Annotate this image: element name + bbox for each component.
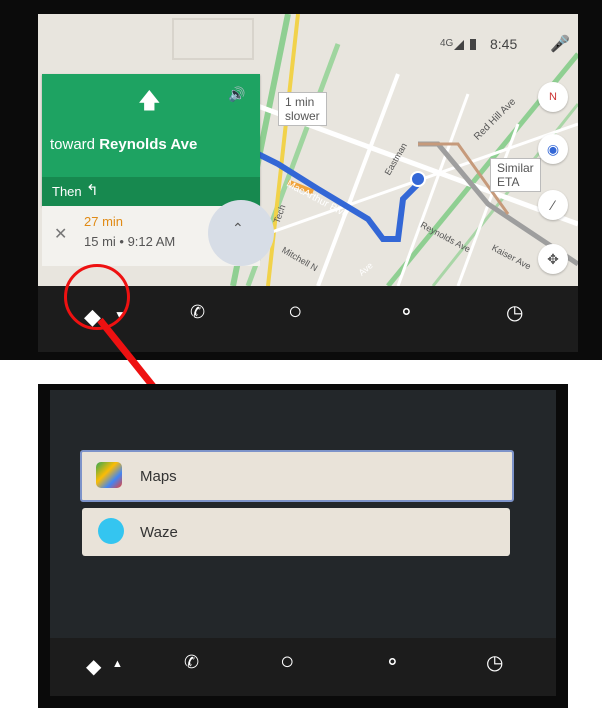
eta-card[interactable]: ✕ 27 min 15 mi • 9:12 AM ⌃ [42, 200, 274, 266]
chevron-up-icon: ⌃ [232, 220, 244, 236]
compass-icon[interactable]: N [538, 82, 568, 112]
headphones-icon[interactable]: ⚬ [384, 650, 401, 675]
up-arrow-icon: 🡅 [138, 88, 161, 113]
turn-instruction: toward Reynolds Ave [50, 136, 197, 153]
expand-button[interactable]: ⌃ [208, 200, 274, 266]
home-icon[interactable]: ○ [288, 298, 303, 326]
battery-icon [470, 39, 476, 50]
turn-card[interactable]: 🡅 🔊 toward Reynolds Ave Then ↰ [42, 74, 260, 206]
eta-duration: 27 min [84, 214, 124, 229]
mic-icon[interactable]: 🎤 [550, 34, 570, 54]
app-label: Maps [140, 468, 177, 485]
bottom-nav-bar: ◆ ▲ ✆ ○ ⚬ ◷ [50, 638, 556, 696]
callout-slower[interactable]: 1 min slower [278, 92, 327, 126]
callout-similar-eta[interactable]: Similar ETA [490, 158, 541, 192]
street-name: Reynolds Ave [99, 136, 198, 153]
app-item-waze[interactable]: Waze [82, 508, 510, 556]
home-icon[interactable]: ○ [280, 648, 295, 676]
direction-label: toward [50, 136, 96, 153]
eta-details: 15 mi • 9:12 AM [84, 234, 176, 249]
chevron-up-icon[interactable]: ▲ [112, 658, 123, 670]
app-label: Waze [140, 524, 178, 541]
phone-icon[interactable]: ✆ [184, 652, 199, 673]
recent-icon[interactable]: ◷ [486, 650, 503, 675]
headphones-icon[interactable]: ⚬ [398, 300, 415, 325]
recenter-icon[interactable]: ✥ [538, 244, 568, 274]
app-item-maps[interactable]: Maps [80, 450, 514, 502]
zoom-out-icon[interactable]: ⁄ [538, 190, 568, 220]
bottom-android-auto-screen: Maps Waze [50, 390, 556, 638]
turn-left-icon: ↰ [86, 182, 99, 199]
waze-app-icon [98, 518, 124, 544]
recent-icon[interactable]: ◷ [506, 300, 523, 325]
maps-app-icon [96, 462, 122, 488]
close-icon[interactable]: ✕ [54, 224, 67, 244]
volume-icon[interactable]: 🔊 [228, 86, 245, 103]
location-icon[interactable]: ◉ [538, 134, 568, 164]
network-label: 4G [440, 38, 454, 49]
clock: 8:45 [490, 36, 518, 52]
then-label: Then [52, 184, 82, 199]
nav-icon[interactable]: ◆ [86, 654, 101, 679]
signal-icon [454, 40, 464, 50]
